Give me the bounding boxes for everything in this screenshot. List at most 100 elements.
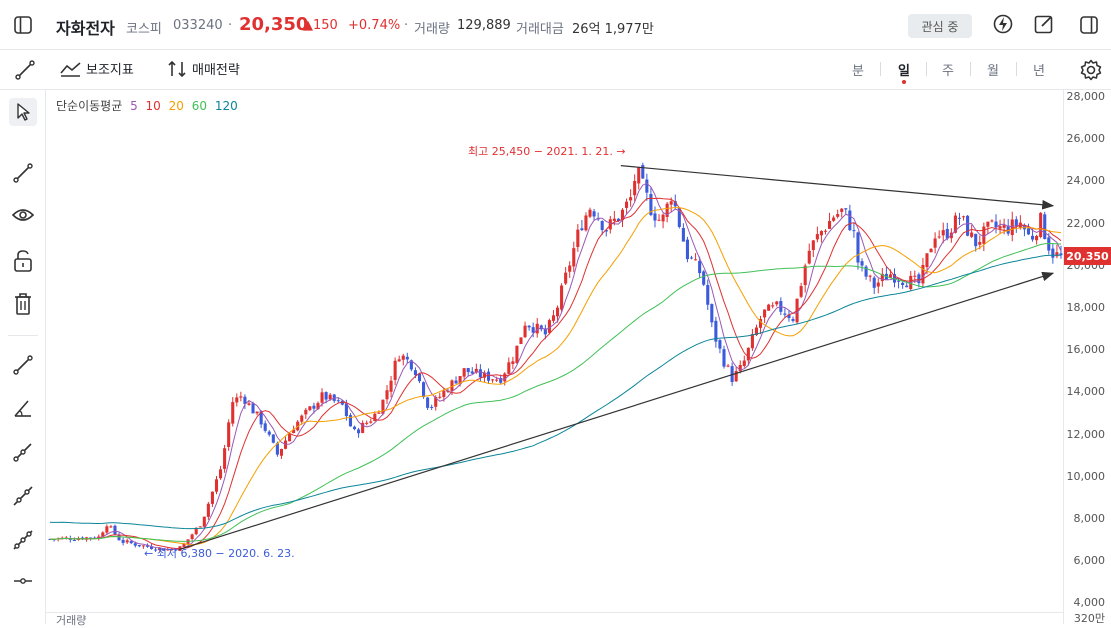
y-tick-label: 22,000	[1066, 216, 1106, 230]
draw-line-icon[interactable]	[15, 60, 35, 80]
market-label: 코스피	[126, 22, 162, 37]
ma-10-line	[49, 197, 1062, 549]
strategy-icon	[168, 60, 186, 77]
candle-body	[511, 361, 515, 364]
candle-body	[637, 167, 641, 184]
extended-line-icon[interactable]	[13, 486, 33, 506]
candle-body	[486, 371, 491, 381]
candle-body	[495, 379, 499, 381]
candle-body	[190, 534, 194, 540]
y-tick-label: 18,000	[1066, 301, 1106, 314]
period-month[interactable]: 월	[983, 60, 1003, 79]
candle-body	[1010, 219, 1014, 235]
period-day[interactable]: 일	[894, 60, 914, 79]
candle-body	[239, 396, 243, 398]
candle-body	[300, 415, 304, 422]
candle-body	[267, 431, 271, 435]
period-year[interactable]: 년	[1029, 60, 1049, 79]
candle-body	[763, 309, 767, 318]
active-period-dot	[902, 80, 906, 84]
candle-body	[633, 180, 637, 196]
candle-body	[783, 313, 787, 315]
panel-toggle-icon[interactable]	[1080, 16, 1098, 34]
candle-body	[921, 264, 925, 284]
settings-gear-icon[interactable]	[1080, 59, 1102, 81]
candle-body	[125, 540, 129, 543]
candle-body	[231, 402, 235, 424]
candle-body	[901, 282, 905, 286]
candle-body	[210, 491, 214, 504]
candle-body	[588, 209, 592, 217]
ray-line-icon[interactable]	[13, 442, 33, 462]
candle-body	[405, 356, 409, 360]
parallel-line-icon[interactable]	[13, 530, 33, 550]
candle-body	[227, 422, 231, 447]
price-axis[interactable]: 28,000 26,000 24,000 22,000 20,000 18,000 16,0…	[1063, 90, 1111, 625]
y-tick-label: 6,000	[1073, 554, 1106, 568]
candle-body	[1031, 235, 1035, 240]
low-annotation: ← 최저 6,380 − 2020. 6. 23.	[144, 547, 295, 560]
high-annotation: 최고 25,450 − 2021. 1. 21. →	[468, 145, 626, 158]
candle-body	[527, 325, 531, 328]
eye-icon[interactable]	[12, 207, 34, 223]
trash-icon[interactable]	[14, 293, 32, 315]
period-minute[interactable]: 분	[848, 60, 868, 79]
stock-name: 자화전자	[56, 19, 115, 38]
candle-body	[198, 526, 202, 528]
volume-label: 거래량	[414, 22, 450, 37]
candle-body	[515, 345, 519, 363]
candle-body	[121, 539, 125, 543]
indicator-label: 보조지표	[86, 63, 134, 78]
support-trend-line[interactable]	[178, 271, 1055, 551]
candle-body	[466, 368, 470, 373]
indicator-button[interactable]: 보조지표	[60, 59, 134, 78]
candle-body	[507, 362, 511, 374]
period-week[interactable]: 주	[938, 60, 958, 79]
candle-body	[1002, 225, 1006, 228]
candle-body	[746, 347, 750, 361]
resistance-trend-line[interactable]	[620, 165, 1055, 210]
indicator-icon	[60, 61, 81, 77]
y-tick-label: 8,000	[1073, 512, 1106, 525]
candle-body	[661, 214, 665, 222]
sidebar-toggle-icon[interactable]	[14, 16, 32, 34]
header-bar: 자화전자 코스피 033240 · 20,350 ▲150 +0.74% · 거…	[0, 0, 1111, 50]
candle-body	[442, 390, 446, 397]
price-chart[interactable]	[46, 90, 1063, 612]
y-tick-label: 14,000	[1066, 385, 1106, 399]
candle-body	[348, 415, 353, 427]
candle-body	[592, 211, 596, 217]
candle-body	[600, 221, 604, 230]
candle-body	[905, 285, 909, 288]
candle-body	[998, 226, 1002, 229]
amount-value: 26억 1,977만	[572, 22, 654, 37]
candle-body	[105, 526, 109, 533]
candle-body	[836, 214, 840, 217]
trend-line-icon[interactable]	[13, 163, 33, 183]
candle-body	[799, 286, 803, 297]
angle-line-icon[interactable]	[13, 398, 33, 418]
candle-body	[531, 327, 535, 333]
candle-body	[811, 240, 815, 251]
candle-body	[832, 217, 836, 221]
candle-body	[560, 285, 564, 310]
candle-body	[860, 261, 864, 266]
strategy-button[interactable]: 매매전략	[167, 59, 240, 78]
edit-icon[interactable]	[1034, 14, 1054, 34]
candle-body	[478, 369, 482, 378]
strategy-label: 매매전략	[192, 63, 240, 78]
pointer-tool[interactable]	[9, 98, 37, 126]
candle-body	[324, 392, 328, 400]
watch-button[interactable]: 관심 중	[908, 14, 972, 38]
lightning-icon[interactable]	[993, 14, 1013, 34]
unlock-icon[interactable]	[14, 250, 32, 272]
candle-body	[706, 285, 710, 305]
horizontal-line-icon[interactable]	[13, 576, 33, 586]
candle-body	[551, 315, 556, 321]
period-divider	[880, 62, 881, 76]
period-divider	[970, 62, 971, 76]
amount-label: 거래대금	[516, 22, 564, 37]
candle-body	[320, 392, 324, 403]
segment-line-icon[interactable]	[13, 355, 33, 375]
candle-body	[1035, 235, 1039, 241]
